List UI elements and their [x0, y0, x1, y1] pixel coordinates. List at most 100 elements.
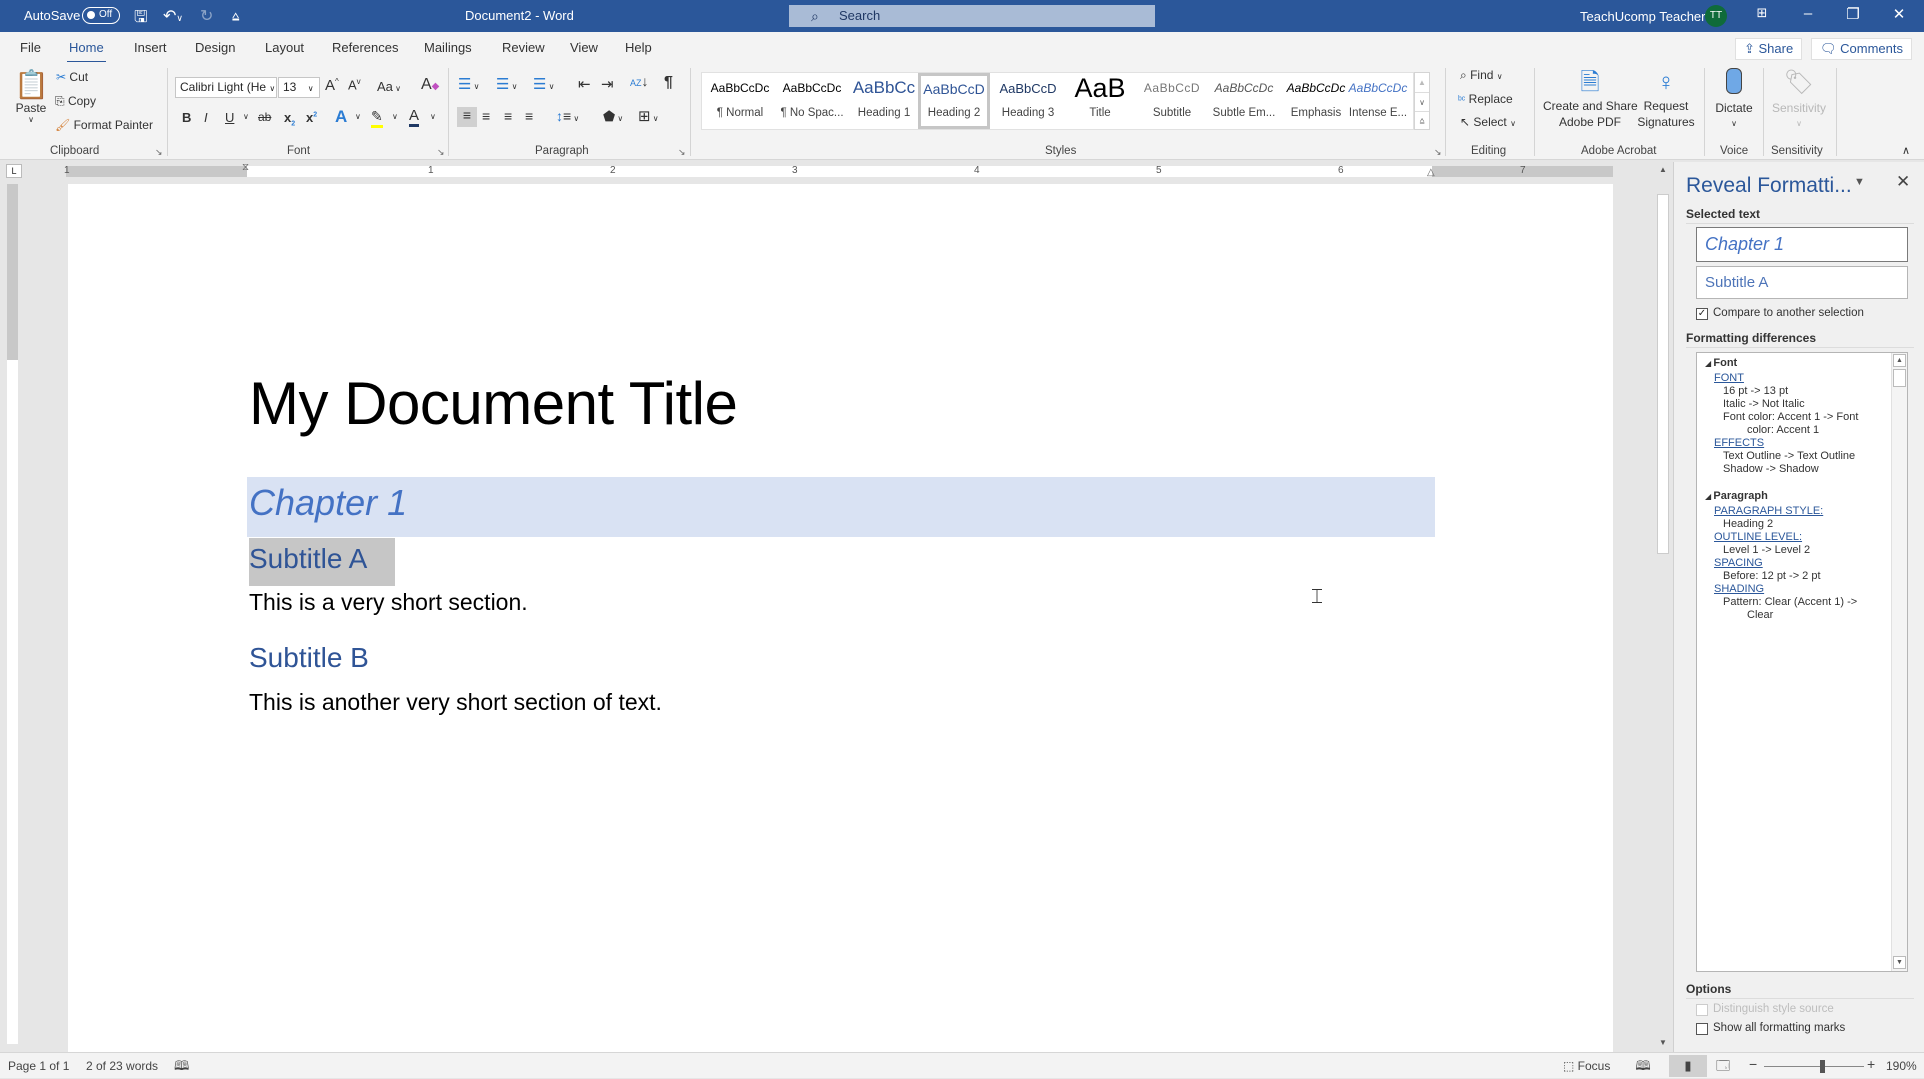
text-effects-icon[interactable]: A [335, 107, 347, 127]
tab-mailings[interactable]: Mailings [424, 40, 472, 55]
shrink-font-icon[interactable]: Av [348, 77, 361, 92]
copy-button[interactable]: ⎘ Copy [55, 94, 96, 109]
diff-section-font[interactable]: ◢ Font [1705, 357, 1737, 369]
close-pane-icon[interactable]: ✕ [1896, 172, 1910, 192]
zoom-slider-thumb[interactable] [1820, 1060, 1825, 1073]
close-icon[interactable]: ✕ [1884, 5, 1914, 23]
increase-indent-icon[interactable]: ⇥ [601, 75, 614, 93]
tab-design[interactable]: Design [195, 40, 235, 55]
paragraph-dialog-launcher-icon[interactable]: ↘ [678, 147, 686, 158]
justify-button[interactable]: ≡ [525, 108, 533, 124]
clear-formatting-icon[interactable]: A◆ [421, 76, 439, 94]
tab-home[interactable]: Home [67, 40, 106, 64]
style-heading-1[interactable]: AaBbCc Heading 1 [848, 73, 920, 129]
subscript-button[interactable]: x2 [284, 110, 295, 128]
font-color-icon[interactable]: A [409, 107, 420, 127]
style-normal[interactable]: AaBbCcDc ¶ Normal [704, 73, 776, 129]
diff-category-link[interactable]: OUTLINE LEVEL: [1714, 531, 1802, 543]
zoom-in-button[interactable]: + [1867, 1056, 1875, 1072]
formatting-differences-list[interactable]: ◢ Font FONT 16 pt -> 13 pt Italic -> Not It… [1696, 352, 1908, 972]
replace-button[interactable]: ᵇᶜ Replace [1458, 92, 1513, 106]
differences-scrollbar[interactable]: ▲ ▼ [1891, 353, 1907, 971]
tab-layout[interactable]: Layout [265, 40, 304, 55]
sensitivity-button[interactable]: 🏷 Sensitivity ∨ [1770, 68, 1828, 132]
vertical-ruler[interactable] [7, 184, 18, 1044]
diff-category-link[interactable]: SHADING [1714, 583, 1764, 595]
style-subtle-emphasis[interactable]: AaBbCcDc Subtle Em... [1208, 73, 1280, 129]
tab-file[interactable]: File [20, 40, 41, 55]
ribbon-display-options-icon[interactable]: ⊞ [1747, 5, 1777, 21]
styles-scroll[interactable]: ▲ ∨ ⩠ [1414, 72, 1430, 130]
find-button[interactable]: ⌕ Find ∨ [1460, 68, 1503, 83]
undo-icon[interactable]: ↶∨ [163, 6, 183, 26]
subtitle-a[interactable]: Subtitle A [249, 543, 367, 575]
font-name-select[interactable]: Calibri Light (He ∨ [175, 77, 277, 98]
font-color-dropdown-icon[interactable]: ∨ [430, 112, 436, 121]
diff-category-link[interactable]: FONT [1714, 372, 1744, 384]
selection-1-box[interactable]: Chapter 1 [1696, 227, 1908, 262]
more-styles-icon[interactable]: ⩠ [1415, 111, 1429, 129]
highlight-icon[interactable]: ✎ [371, 108, 383, 128]
request-signatures-button[interactable]: ♀ Request Signatures [1635, 68, 1697, 130]
web-layout-icon[interactable]: 🗔 [1710, 1055, 1736, 1077]
tab-insert[interactable]: Insert [134, 40, 167, 55]
show-formatting-marks-checkbox[interactable] [1696, 1023, 1708, 1035]
avatar[interactable]: TT [1705, 5, 1727, 27]
shading-icon[interactable]: ⬟ ∨ [603, 108, 623, 125]
tab-review[interactable]: Review [502, 40, 545, 55]
comments-button[interactable]: 🗨 Comments [1811, 38, 1912, 60]
page-count[interactable]: Page 1 of 1 [8, 1059, 69, 1073]
diff-category-link[interactable]: SPACING [1714, 557, 1763, 569]
clipboard-dialog-launcher-icon[interactable]: ↘ [155, 147, 163, 158]
tab-help[interactable]: Help [625, 40, 652, 55]
font-size-select[interactable]: 13 ∨ [278, 77, 320, 98]
redo-icon[interactable]: ↻ [200, 6, 213, 26]
underline-button[interactable]: U [225, 110, 234, 125]
pane-options-icon[interactable]: ▼ [1854, 176, 1865, 188]
compare-checkbox[interactable]: ✓ [1696, 308, 1708, 320]
strikethrough-button[interactable]: ab [258, 110, 271, 124]
restore-icon[interactable]: ❐ [1838, 5, 1868, 23]
scroll-up-icon[interactable]: ▲ [1415, 73, 1429, 92]
grow-font-icon[interactable]: A^ [325, 77, 339, 94]
minimize-icon[interactable]: – [1793, 5, 1823, 22]
scroll-thumb[interactable] [1657, 194, 1669, 554]
customize-quick-access-icon[interactable]: ⩠ [232, 9, 239, 24]
change-case-button[interactable]: Aa ∨ [377, 79, 401, 94]
scroll-up-icon[interactable]: ▲ [1655, 165, 1671, 174]
first-line-indent-marker[interactable]: ⧖ [242, 162, 249, 173]
print-layout-icon[interactable]: ▮ [1669, 1055, 1707, 1077]
cut-button[interactable]: ✂ Cut [56, 70, 88, 84]
select-button[interactable]: ↖ Select ∨ [1460, 115, 1516, 129]
highlight-dropdown-icon[interactable]: ∨ [392, 112, 398, 121]
style-heading-3[interactable]: AaBbCcD Heading 3 [992, 73, 1064, 129]
diff-category-link[interactable]: PARAGRAPH STYLE: [1714, 505, 1823, 517]
scroll-down-icon[interactable]: ▼ [1893, 956, 1906, 969]
user-name[interactable]: TeachUcomp Teacher [1580, 9, 1706, 24]
style-intense-emphasis[interactable]: AaBbCcDc Intense E... [1342, 73, 1414, 129]
horizontal-ruler[interactable]: L 1 1 2 3 4 5 6 7 ⧖ △ [0, 160, 1660, 180]
dictate-button[interactable]: Dictate ∨ [1712, 68, 1756, 132]
italic-button[interactable]: I [204, 110, 208, 125]
bullets-icon[interactable]: ☰ ∨ [458, 75, 480, 93]
scroll-up-icon[interactable]: ▲ [1893, 354, 1906, 367]
search-box[interactable]: ⌕ Search [789, 5, 1155, 27]
word-count[interactable]: 2 of 23 words [86, 1059, 158, 1073]
selection-2-box[interactable]: Subtitle A [1696, 266, 1908, 299]
paste-button[interactable]: 📋 Paste ∨ [14, 68, 49, 124]
save-icon[interactable]: 🖫 [134, 6, 148, 33]
multilevel-list-icon[interactable]: ☰ ∨ [533, 75, 555, 93]
diff-section-paragraph[interactable]: ◢ Paragraph [1705, 490, 1768, 502]
collapse-ribbon-icon[interactable]: ∧ [1902, 144, 1910, 157]
zoom-level[interactable]: 190% [1886, 1059, 1917, 1073]
tab-view[interactable]: View [570, 40, 598, 55]
show-formatting-marks-icon[interactable]: ¶ [664, 74, 673, 92]
scroll-down-icon[interactable]: ▼ [1655, 1038, 1671, 1047]
style-no-spacing[interactable]: AaBbCcDc ¶ No Spac... [776, 73, 848, 129]
zoom-slider[interactable] [1764, 1066, 1864, 1067]
autosave-toggle[interactable]: Off [82, 7, 120, 24]
styles-dialog-launcher-icon[interactable]: ↘ [1434, 147, 1442, 158]
right-indent-marker[interactable]: △ [1427, 167, 1435, 178]
align-left-button[interactable]: ≡ [457, 107, 477, 127]
line-spacing-icon[interactable]: ↕≡ ∨ [556, 108, 579, 124]
